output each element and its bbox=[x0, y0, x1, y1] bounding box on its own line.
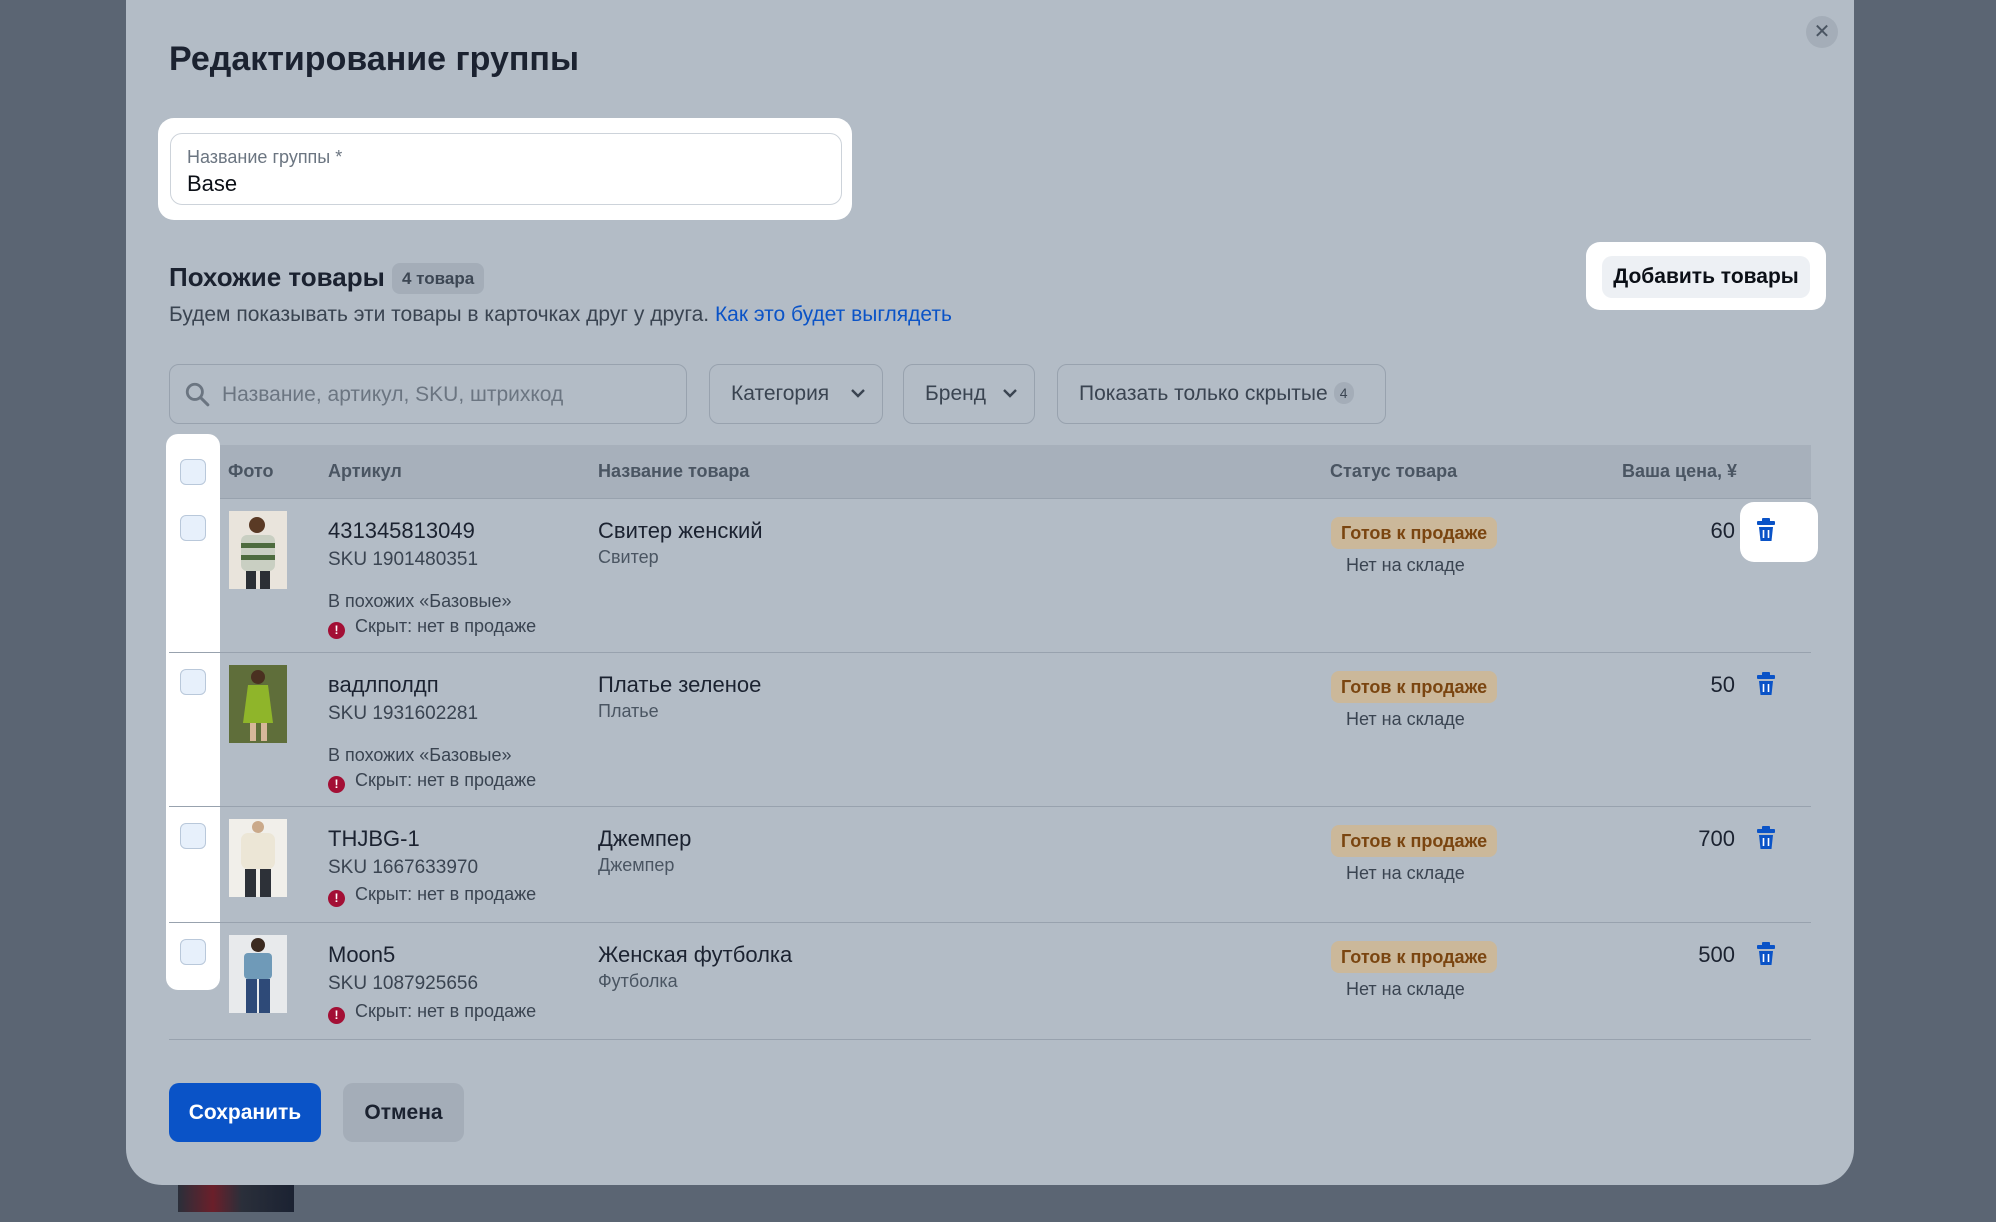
hidden-note-text: Скрыт: нет в продаже bbox=[355, 616, 537, 636]
warning-icon: ! bbox=[328, 622, 345, 639]
table-header: Фото Артикул Название товара Статус това… bbox=[169, 445, 1811, 499]
status-badge: Готов к продаже bbox=[1331, 825, 1498, 857]
product-sku: SKU 1901480351 bbox=[328, 549, 479, 570]
row-checkbox[interactable] bbox=[180, 669, 206, 695]
save-button[interactable]: Сохранить bbox=[169, 1083, 321, 1142]
product-price: 60 bbox=[1710, 518, 1735, 543]
product-price: 500 bbox=[1698, 942, 1735, 967]
product-category: Свитер bbox=[598, 547, 659, 567]
row-checkbox[interactable] bbox=[180, 939, 206, 965]
hidden-count-badge: 4 bbox=[1333, 382, 1354, 404]
group-name-value[interactable]: Base bbox=[187, 171, 237, 197]
hidden-note-text: Скрыт: нет в продаже bbox=[355, 1001, 537, 1021]
product-name[interactable]: Свитер женский bbox=[598, 518, 763, 544]
trash-icon[interactable] bbox=[1755, 672, 1777, 696]
add-products-button[interactable]: Добавить товары bbox=[1602, 256, 1810, 298]
product-photo bbox=[229, 511, 287, 589]
status-badge: Готов к продаже bbox=[1331, 941, 1498, 973]
group-note: В похожих «Базовые» bbox=[328, 745, 512, 765]
product-sku: SKU 1667633970 bbox=[328, 857, 479, 878]
category-filter-label: Категория bbox=[731, 382, 830, 405]
status-badge: Готов к продаже bbox=[1331, 671, 1498, 703]
close-icon[interactable]: ✕ bbox=[1806, 16, 1838, 48]
table-row: THJBG-1 SKU 1667633970 ! Скрыт: нет в про… bbox=[169, 807, 1811, 923]
stock-status: Нет на складе bbox=[1346, 979, 1465, 999]
product-category: Платье bbox=[598, 701, 659, 721]
stock-status: Нет на складе bbox=[1346, 555, 1465, 575]
chevron-down-icon bbox=[1003, 389, 1017, 398]
search-input[interactable] bbox=[220, 375, 674, 415]
product-category: Джемпер bbox=[598, 855, 675, 875]
header-status: Статус товара bbox=[1330, 461, 1458, 481]
table-row: вадлполдп SKU 1931602281 В похожих «Базо… bbox=[169, 653, 1811, 807]
category-filter[interactable]: Категория bbox=[709, 364, 883, 424]
product-article: 431345813049 bbox=[328, 518, 475, 543]
product-photo bbox=[229, 935, 287, 1013]
stock-status: Нет на складе bbox=[1346, 709, 1465, 729]
search-box bbox=[169, 364, 687, 424]
product-name[interactable]: Джемпер bbox=[598, 826, 691, 852]
row-checkbox[interactable] bbox=[180, 515, 206, 541]
brand-filter[interactable]: Бренд bbox=[903, 364, 1035, 424]
product-category: Футболка bbox=[598, 971, 678, 991]
description-text: Будем показывать эти товары в карточках … bbox=[169, 303, 710, 326]
show-hidden-filter[interactable]: Показать только скрытые 4 bbox=[1057, 364, 1386, 424]
product-article: вадлполдп bbox=[328, 672, 439, 697]
hidden-note: ! Скрыт: нет в продаже bbox=[328, 770, 536, 793]
hidden-note: ! Скрыт: нет в продаже bbox=[328, 1001, 536, 1024]
trash-icon[interactable] bbox=[1755, 518, 1777, 542]
row-checkbox[interactable] bbox=[180, 823, 206, 849]
table-row: 431345813049 SKU 1901480351 В похожих «Б… bbox=[169, 499, 1811, 653]
table-row: Moon5 SKU 1087925656 ! Скрыт: нет в прода… bbox=[169, 923, 1811, 1040]
product-sku: SKU 1087925656 bbox=[328, 973, 479, 994]
product-photo bbox=[229, 665, 287, 743]
group-name-field[interactable]: Название группы * Base bbox=[170, 133, 842, 205]
preview-link[interactable]: Как это будет выглядеть bbox=[715, 303, 952, 326]
chevron-down-icon bbox=[851, 389, 865, 398]
header-photo: Фото bbox=[228, 461, 274, 481]
modal-title: Редактирование группы bbox=[169, 40, 579, 78]
header-price: Ваша цена, ¥ bbox=[1622, 461, 1737, 481]
similar-description: Будем показывать эти товары в карточках … bbox=[169, 303, 952, 327]
product-photo bbox=[229, 819, 287, 897]
warning-icon: ! bbox=[328, 1007, 345, 1024]
trash-icon[interactable] bbox=[1755, 942, 1777, 966]
group-note: В похожих «Базовые» bbox=[328, 591, 512, 611]
select-all-checkbox[interactable] bbox=[180, 459, 206, 485]
header-name: Название товара bbox=[598, 461, 750, 481]
show-hidden-label: Показать только скрытые bbox=[1079, 382, 1328, 405]
product-price: 50 bbox=[1710, 672, 1735, 697]
cancel-button[interactable]: Отмена bbox=[343, 1083, 464, 1142]
stock-status: Нет на складе bbox=[1346, 863, 1465, 883]
similar-products-title: Похожие товары bbox=[169, 262, 385, 292]
warning-icon: ! bbox=[328, 776, 345, 793]
hidden-note-text: Скрыт: нет в продаже bbox=[355, 770, 537, 790]
group-name-label: Название группы * bbox=[187, 147, 343, 167]
product-sku: SKU 1931602281 bbox=[328, 703, 479, 724]
product-article: Moon5 bbox=[328, 942, 396, 967]
trash-icon[interactable] bbox=[1755, 826, 1777, 850]
status-badge: Готов к продаже bbox=[1331, 517, 1498, 549]
search-icon bbox=[185, 382, 210, 407]
hidden-note: ! Скрыт: нет в продаже bbox=[328, 616, 536, 639]
brand-filter-label: Бренд bbox=[925, 382, 986, 405]
hidden-note: ! Скрыт: нет в продаже bbox=[328, 884, 536, 907]
product-price: 700 bbox=[1698, 826, 1735, 851]
product-name[interactable]: Платье зеленое bbox=[598, 672, 761, 698]
hidden-note-text: Скрыт: нет в продаже bbox=[355, 884, 537, 904]
product-name[interactable]: Женская футболка bbox=[598, 942, 792, 968]
product-article: THJBG-1 bbox=[328, 826, 420, 851]
header-article: Артикул bbox=[328, 461, 402, 481]
products-count-badge: 4 товара bbox=[392, 263, 485, 294]
warning-icon: ! bbox=[328, 890, 345, 907]
